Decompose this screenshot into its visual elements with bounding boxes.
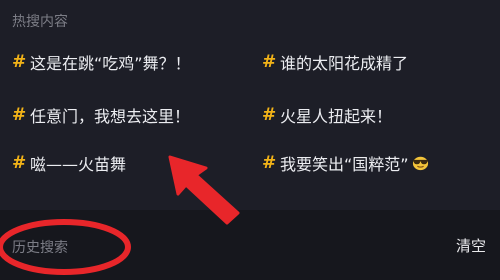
hot-item-2[interactable]: # 谁的太阳花成精了	[262, 51, 408, 73]
hot-item-label: 火星人扭起来！	[280, 107, 393, 126]
sunglasses-face-emoji-icon	[412, 156, 428, 171]
hot-item-label: 我要笑出“国粹范”	[280, 155, 409, 174]
hot-item-6[interactable]: # 我要笑出“国粹范”	[262, 152, 430, 174]
hot-item-4[interactable]: # 火星人扭起来！	[262, 104, 392, 126]
hot-item-label: 谁的太阳花成精了	[280, 54, 409, 73]
hash-icon: #	[12, 153, 27, 173]
history-search-bar	[0, 210, 500, 280]
hash-icon: #	[262, 153, 277, 173]
hot-item-label: 嗞——火苗舞	[30, 155, 127, 174]
hot-item-5[interactable]: # 嗞——火苗舞	[12, 152, 126, 174]
hot-item-label: 这是在跳“吃鸡”舞？！	[30, 54, 191, 73]
hot-search-title: 热搜内容	[12, 14, 68, 30]
hash-icon: #	[12, 52, 27, 72]
hot-item-label: 任意门，我想去这里！	[30, 107, 191, 126]
hash-icon: #	[262, 105, 277, 125]
hot-item-3[interactable]: # 任意门，我想去这里！	[12, 104, 190, 126]
hash-icon: #	[12, 105, 27, 125]
clear-history-button[interactable]: 清空	[456, 235, 486, 256]
hash-icon: #	[262, 52, 277, 72]
history-search-title: 历史搜索	[12, 240, 68, 256]
hot-item-1[interactable]: # 这是在跳“吃鸡”舞？！	[12, 51, 191, 73]
